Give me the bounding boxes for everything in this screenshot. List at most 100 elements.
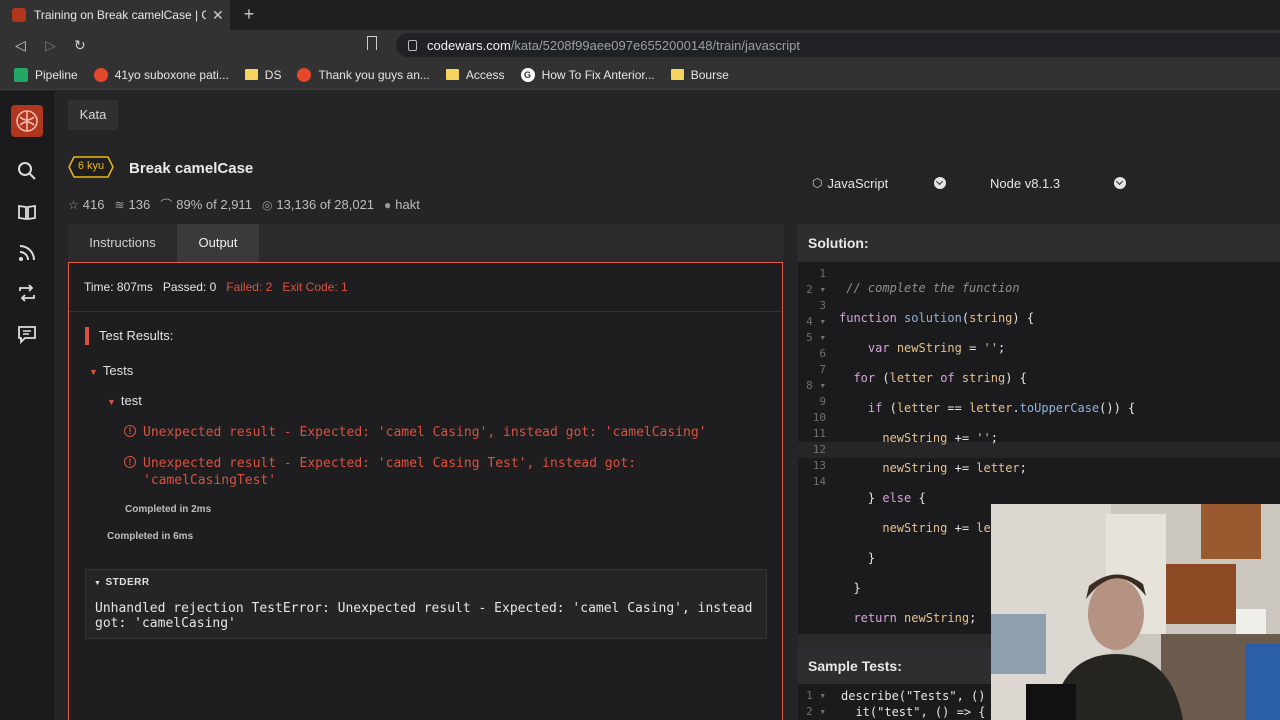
google-icon: G <box>520 67 535 82</box>
lock-icon <box>408 39 417 51</box>
bookmarks-bar: Pipeline 41yo suboxone pati... DS Thank … <box>0 60 1280 90</box>
bookmark-bourse[interactable]: Bourse <box>670 67 729 82</box>
completed-outer: Completed in 6ms <box>107 531 194 542</box>
layers-icon: ≋ <box>114 197 125 212</box>
stderr-box: ▼ STDERR Unhandled rejection TestError: U… <box>85 569 767 639</box>
rank-label: 6 kyu <box>77 160 105 172</box>
bookmark-icon[interactable] <box>367 36 377 50</box>
bookmark-label: Pipeline <box>35 67 78 82</box>
error-icon: ! <box>124 425 136 437</box>
error-icon: ! <box>124 456 136 468</box>
bookmark-label: DS <box>264 67 282 82</box>
kata-stats: ☆ 416 ≋ 136 ⌒ 89% of 2,911 ◎ 13,136 of 28,02… <box>68 196 430 213</box>
version-label: Node v8.1.3 <box>990 175 1061 191</box>
tab-instructions[interactable]: Instructions <box>68 224 177 262</box>
caret-down-icon: ▼ <box>89 367 98 377</box>
folder-icon <box>670 69 684 80</box>
stat-collections[interactable]: ≋ 136 <box>114 196 150 213</box>
caret-down-icon: ▼ <box>94 580 102 587</box>
codewars-favicon <box>12 8 26 22</box>
folder-icon <box>445 69 459 80</box>
language-select[interactable]: ⬡ JavaScript <box>798 164 958 202</box>
author-name: hakt <box>395 197 420 212</box>
stderr-toggle[interactable]: ▼ STDERR <box>94 577 150 588</box>
browser-tab[interactable]: Training on Break camelCase | Co ✕ <box>0 0 230 30</box>
practice-icon[interactable] <box>17 283 37 303</box>
bookmark-reddit-1[interactable]: 41yo suboxone pati... <box>93 67 229 82</box>
stderr-text: Unhandled rejection TestError: Unexpecte… <box>95 601 753 631</box>
tab-output[interactable]: Output <box>177 224 259 262</box>
caret-down-icon: ▼ <box>107 397 116 407</box>
reload-icon[interactable]: ↻ <box>74 37 86 54</box>
stars-count: 416 <box>82 197 105 212</box>
url-path: /kata/5208f99aee097e6552000148/train/jav… <box>510 37 800 53</box>
browser-tab-bar: Training on Break camelCase | Co ✕ + <box>0 0 1280 30</box>
sample-code-line: it("test", () => { <box>841 705 986 719</box>
rainbow-icon: ⌒ <box>160 198 173 212</box>
stat-completed: ◎ 13,136 of 28,021 <box>262 196 374 213</box>
webcam-video <box>991 504 1280 720</box>
search-icon[interactable] <box>17 161 37 181</box>
sample-code: describe("Tests", () it("test", () => { <box>841 688 986 720</box>
reddit-icon <box>297 67 312 82</box>
failed-count: Failed: 2 <box>226 280 273 294</box>
chat-icon[interactable] <box>17 324 37 344</box>
test-case-test[interactable]: ▼ test <box>107 393 142 408</box>
back-icon[interactable]: ◁ <box>15 37 26 54</box>
stat-author[interactable]: ● hakt <box>384 196 420 213</box>
target-icon: ◎ <box>261 197 273 212</box>
chevron-down-icon <box>934 177 946 189</box>
kata-title: Break camelCase <box>129 160 254 177</box>
feed-icon[interactable] <box>17 243 37 263</box>
divider <box>69 311 782 312</box>
output-panel: Time: 807ms Passed: 0 Failed: 2 Exit Cod… <box>68 262 783 720</box>
app-sidebar <box>0 91 54 720</box>
breadcrumb-kata[interactable]: Kata <box>68 100 118 130</box>
user-icon: ● <box>384 197 392 212</box>
browser-toolbar: ◁ ▷ ↻ codewars.com/kata/5208f99aee097e65… <box>0 30 1280 60</box>
group-label: Tests <box>102 363 134 378</box>
tab-title: Training on Break camelCase | Co <box>34 8 206 22</box>
forward-icon[interactable]: ▷ <box>45 37 56 54</box>
collections-count: 136 <box>128 197 151 212</box>
test-group-tests[interactable]: ▼ Tests <box>89 363 133 378</box>
completed-total: of 28,021 <box>319 197 375 212</box>
bookmark-pipeline[interactable]: Pipeline <box>14 67 78 82</box>
line-numbers: 1 ▾ 2 ▾ <box>806 689 826 718</box>
bookmark-google[interactable]: G How To Fix Anterior... <box>520 67 655 82</box>
satisfaction-value: 89% <box>176 197 203 212</box>
webcam-overlay <box>991 504 1280 720</box>
version-select[interactable]: Node v8.1.3 <box>976 164 1138 202</box>
bookmark-label: Thank you guys an... <box>318 67 430 82</box>
new-tab-icon[interactable]: + <box>240 4 258 25</box>
bookmark-label: How To Fix Anterior... <box>541 67 655 82</box>
run-time: Time: 807ms <box>84 280 153 294</box>
test-results-heading: Test Results: <box>85 327 173 345</box>
bookmark-label: Access <box>465 67 505 82</box>
line-numbers: 12 ▾ 3 4 ▾ 5 ▾ 6 7 8 ▾ 9 10 11 12 13 14 <box>806 267 826 488</box>
folder-icon <box>244 69 258 80</box>
tab-close-icon[interactable]: ✕ <box>212 7 224 24</box>
hexagon-icon: ⬡ <box>812 176 823 190</box>
url-domain: codewars.com <box>427 37 511 53</box>
sheets-icon <box>14 67 28 82</box>
test-failure-message: Unexpected result - Expected: 'camel Cas… <box>143 456 637 488</box>
book-icon[interactable] <box>17 202 37 222</box>
stderr-label: STDERR <box>105 577 150 588</box>
bookmark-access[interactable]: Access <box>445 67 505 82</box>
completed-value: 13,136 <box>276 197 317 212</box>
completed-inner: Completed in 2ms <box>125 504 212 515</box>
bookmark-ds[interactable]: DS <box>244 67 282 82</box>
test-label: test <box>120 393 142 408</box>
bookmark-label: Bourse <box>690 67 729 82</box>
bookmark-reddit-2[interactable]: Thank you guys an... <box>297 67 430 82</box>
star-icon: ☆ <box>68 197 79 212</box>
stat-stars[interactable]: ☆ 416 <box>68 196 104 213</box>
language-label: JavaScript <box>827 175 889 191</box>
bookmark-label: 41yo suboxone pati... <box>114 67 229 82</box>
sample-code-line: describe("Tests", () <box>841 689 986 703</box>
passed-count: Passed: 0 <box>162 280 217 294</box>
codewars-logo[interactable] <box>11 105 43 137</box>
test-failure-message: Unexpected result - Expected: 'camel Cas… <box>143 425 707 440</box>
address-bar[interactable]: codewars.com/kata/5208f99aee097e65520001… <box>396 33 1280 57</box>
